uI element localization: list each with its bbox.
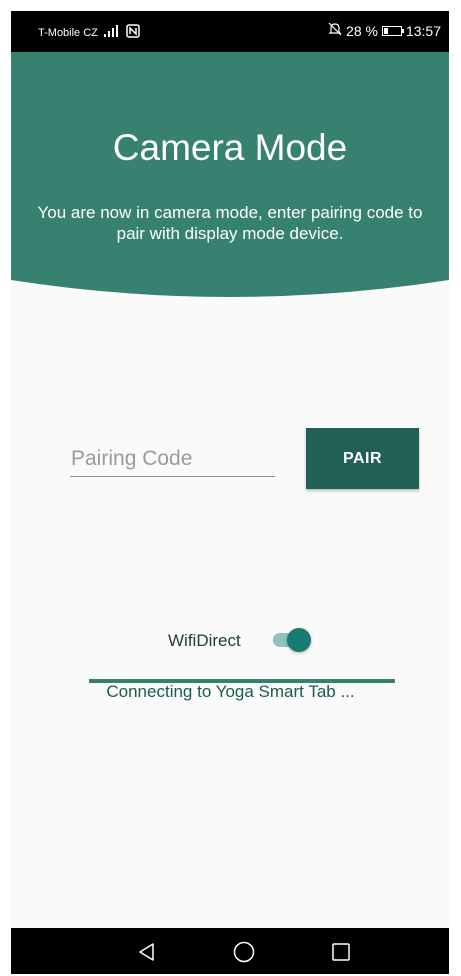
pair-button[interactable]: PAIR [306,428,419,489]
signal-icon [103,25,120,40]
status-bar: T-Mobile CZ 28 % 13:57 [11,11,449,52]
header-banner: Camera Mode You are now in camera mode, … [11,52,449,302]
clock: 13:57 [405,22,441,39]
connection-status-text: Connecting to Yoga Smart Tab ... [106,682,355,701]
status-left: T-Mobile CZ [38,24,140,41]
pairing-code-field[interactable] [70,441,277,477]
pairing-code-input[interactable] [70,441,277,476]
battery-icon [381,25,404,36]
battery-fill [383,27,389,34]
nfc-icon [126,24,140,41]
mute-icon [328,22,342,39]
navigation-bar [11,928,449,974]
home-icon[interactable] [230,938,258,966]
wifi-direct-label: WifiDirect [168,631,241,650]
phone-screen: T-Mobile CZ 28 % 13:57 Camera Mode You a… [11,11,449,974]
recents-icon[interactable] [327,938,355,966]
status-right: 28 % 13:57 [328,22,441,39]
carrier-label: T-Mobile CZ [38,26,98,39]
header-curve-shape [11,52,449,297]
battery-percentage: 28 % [346,22,378,39]
toggle-thumb [287,628,311,652]
back-icon[interactable] [133,938,161,966]
page-title: Camera Mode [112,127,348,168]
wifi-direct-toggle[interactable] [270,625,314,655]
page-subtitle: You are now in camera mode, enter pairin… [37,203,423,243]
